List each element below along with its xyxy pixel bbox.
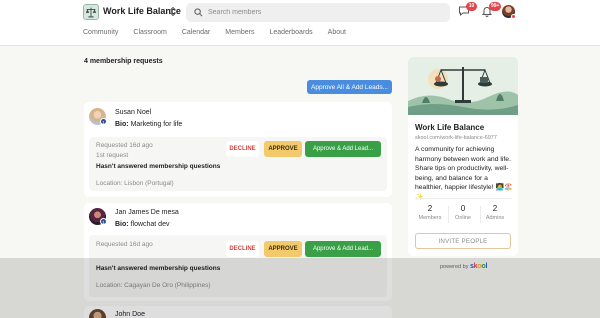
requested-time: Requested 16d ago — [96, 142, 153, 149]
request-count: 4 membership requests — [84, 58, 163, 65]
group-tabs: Community Classroom Calendar Members Lea… — [83, 29, 361, 36]
group-cover-image — [408, 57, 518, 115]
status-dot — [511, 14, 516, 19]
stat-label: Online — [455, 215, 471, 221]
invite-people-button[interactable]: INVITE PEOPLE — [415, 233, 511, 249]
search-input[interactable] — [208, 6, 438, 19]
group-url[interactable]: skool.com/work-life-balance-6977 — [415, 135, 497, 141]
request-details: Requested 16d ago 1st request Hasn't ans… — [89, 137, 387, 191]
requested-time: Requested 16d ago — [96, 241, 153, 248]
request-number: 1st request — [96, 152, 129, 159]
membership-request-card: 1 Jan James De mesa Bio: flowchat dev Re… — [84, 203, 392, 301]
question-status: Hasn't answered membership questions — [96, 163, 221, 170]
stat-value: 2 — [427, 204, 433, 213]
skool-logo: skool — [469, 263, 488, 270]
stat-members[interactable]: 2 Members — [415, 204, 445, 221]
membership-request-card: 1 Susan Noel Bio: Marketing for life Req… — [84, 102, 392, 197]
bio-label: Bio: — [115, 121, 129, 128]
tab-community[interactable]: Community — [83, 29, 118, 36]
tab-leaderboards[interactable]: Leaderboards — [269, 29, 312, 36]
member-bio: Bio: flowchat dev — [115, 221, 169, 228]
member-location: Location: Lisbon (Portugal) — [96, 180, 174, 187]
decline-button[interactable]: DECLINE — [226, 141, 259, 157]
decline-button[interactable]: DECLINE — [226, 241, 259, 257]
membership-request-card: John Doe — [84, 306, 392, 318]
chevron-up-down-icon[interactable] — [169, 6, 177, 17]
member-location: Location: Cagayan De Oro (Philippines) — [96, 282, 211, 289]
member-name[interactable]: John Doe — [115, 311, 145, 318]
tab-about[interactable]: About — [328, 29, 346, 36]
notification-badge: 99+ — [489, 2, 502, 11]
approve-add-lead-button[interactable]: Approve & Add Lead... — [305, 141, 381, 157]
approve-button[interactable]: APPROVE — [264, 141, 302, 157]
group-title: Work Life Balance — [415, 123, 485, 132]
request-details: Requested 16d ago Hasn't answered member… — [89, 235, 387, 297]
approve-button[interactable]: APPROVE — [264, 241, 302, 257]
search-icon — [194, 8, 203, 17]
level-badge: 1 — [100, 118, 107, 125]
divider — [415, 198, 511, 199]
avatar[interactable] — [89, 309, 106, 318]
member-name[interactable]: Jan James De mesa — [115, 209, 179, 216]
stat-admins[interactable]: 2 Admins — [480, 204, 510, 221]
approve-all-button[interactable]: Approve All & Add Leads... — [307, 80, 392, 94]
group-description: A community for achieving harmony betwee… — [415, 146, 513, 201]
member-bio: Bio: Marketing for life — [115, 121, 182, 128]
tab-members[interactable]: Members — [225, 29, 254, 36]
bio-label: Bio: — [115, 221, 129, 228]
level-badge: 1 — [100, 218, 107, 225]
stat-value: 2 — [492, 204, 498, 213]
search-bar[interactable] — [186, 3, 450, 22]
approve-add-lead-button[interactable]: Approve & Add Lead... — [305, 241, 381, 257]
stat-value: 0 — [460, 204, 466, 213]
tab-classroom[interactable]: Classroom — [133, 29, 166, 36]
group-logo[interactable] — [83, 4, 99, 20]
bio-text: Marketing for life — [130, 121, 183, 128]
top-navigation-bar: Work Life Balance 10 99+ Community Class… — [0, 0, 600, 46]
tab-calendar[interactable]: Calendar — [182, 29, 210, 36]
stat-online[interactable]: 0 Online — [448, 204, 478, 221]
question-status: Hasn't answered membership questions — [96, 265, 221, 272]
stat-label: Admins — [485, 215, 505, 221]
member-name[interactable]: Susan Noel — [115, 109, 151, 116]
group-info-card: Work Life Balance skool.com/work-life-ba… — [408, 57, 518, 256]
powered-by-skool[interactable]: powered by skool — [440, 263, 487, 270]
powered-by-label: powered by — [440, 264, 469, 270]
bio-text: flowchat dev — [130, 221, 170, 228]
stat-label: Members — [418, 215, 442, 221]
chat-badge: 10 — [466, 2, 477, 11]
